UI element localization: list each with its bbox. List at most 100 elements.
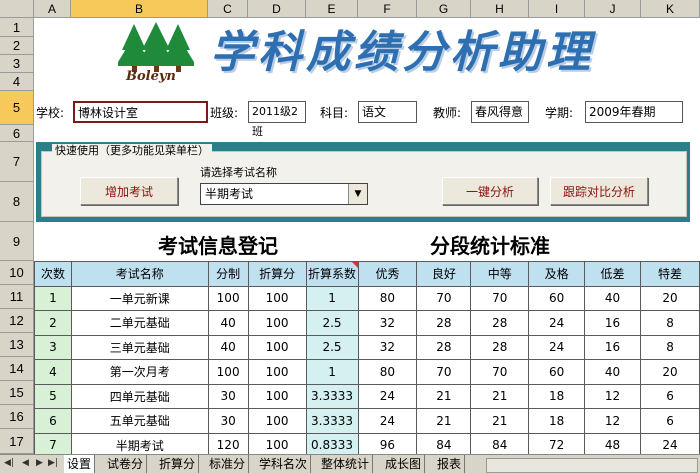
cell-excellent[interactable]: 24 [357,408,418,434]
row-header-6[interactable]: 6 [0,125,34,142]
cell-converted-score[interactable]: 100 [247,334,307,360]
cell-low[interactable]: 40 [584,285,642,311]
cell-full-score[interactable]: 30 [207,383,249,409]
cell-low[interactable]: 40 [584,359,642,385]
cell-medium[interactable]: 28 [470,310,530,336]
dropdown-arrow-icon[interactable]: ▼ [348,184,367,204]
cell-ratio[interactable]: 1 [305,359,359,385]
tab-settings[interactable]: 设置 [64,455,96,473]
cell-medium[interactable]: 21 [470,383,530,409]
one-click-analysis-button[interactable]: 一键分析 [442,177,538,205]
cell-medium[interactable]: 28 [470,334,530,360]
exam-select[interactable]: 半期考试 ▼ [200,183,368,205]
header-conversion-ratio[interactable]: 折算系数 [305,261,359,287]
cell-full-score[interactable]: 40 [207,310,249,336]
cell-very-low[interactable]: 6 [640,408,700,434]
cell-good[interactable]: 21 [416,383,472,409]
cell-excellent[interactable]: 80 [357,359,418,385]
cell-good[interactable]: 70 [416,359,472,385]
last-sheet-icon[interactable]: ▶| [48,458,58,468]
cell-ratio[interactable]: 2.5 [305,310,359,336]
header-exam-name[interactable]: 考试名称 [70,261,209,287]
school-field[interactable]: 博林设计室 [73,101,208,123]
cell-converted-score[interactable]: 100 [247,310,307,336]
tab-standard-score[interactable]: 标准分 [206,455,250,473]
cell-exam-name[interactable]: 第一次月考 [70,359,209,385]
row-header-16[interactable]: 16 [0,405,34,429]
column-header-c[interactable]: C [208,0,248,18]
column-header-f[interactable]: F [358,0,417,18]
tab-converted-score[interactable]: 折算分 [156,455,200,473]
row-header-7[interactable]: 7 [0,142,34,182]
row-header-9[interactable]: 9 [0,222,34,261]
cell-very-low[interactable]: 20 [640,285,700,311]
teacher-field[interactable]: 春风得意 [471,101,529,123]
header-very-low[interactable]: 特差 [640,261,700,287]
cell-index[interactable]: 6 [34,408,72,434]
tab-paper-score[interactable]: 试卷分 [104,455,148,473]
cell-excellent[interactable]: 24 [357,383,418,409]
row-header-10[interactable]: 10 [0,261,34,285]
class-field[interactable]: 2011级2班 [248,101,306,138]
cell-very-low[interactable]: 8 [640,310,700,336]
column-header-a[interactable]: A [34,0,71,18]
row-header-15[interactable]: 15 [0,381,34,405]
column-header-h[interactable]: H [471,0,529,18]
cell-good[interactable]: 28 [416,334,472,360]
cell-very-low[interactable]: 20 [640,359,700,385]
cell-low[interactable]: 16 [584,334,642,360]
header-excellent[interactable]: 优秀 [357,261,418,287]
column-header-k[interactable]: K [641,0,700,18]
cell-excellent[interactable]: 32 [357,310,418,336]
first-sheet-icon[interactable]: ◀| [4,458,14,468]
header-medium[interactable]: 中等 [470,261,530,287]
header-pass[interactable]: 及格 [528,261,586,287]
cell-full-score[interactable]: 100 [207,359,249,385]
tab-growth-chart[interactable]: 成长图 [382,455,426,473]
cell-very-low[interactable]: 8 [640,334,700,360]
row-header-5[interactable]: 5 [0,91,34,125]
tab-overall-stats[interactable]: 整体统计 [318,455,374,473]
cell-low[interactable]: 12 [584,383,642,409]
cell-medium[interactable]: 21 [470,408,530,434]
horizontal-scrollbar[interactable] [486,458,698,473]
row-header-4[interactable]: 4 [0,73,34,91]
cell-pass[interactable]: 18 [528,408,586,434]
cell-medium[interactable]: 70 [470,359,530,385]
column-header-g[interactable]: G [417,0,471,18]
subject-field[interactable]: 语文 [358,101,417,123]
cell-pass[interactable]: 24 [528,310,586,336]
cell-pass[interactable]: 60 [528,359,586,385]
cell-exam-name[interactable]: 一单元新课 [70,285,209,311]
track-comparison-button[interactable]: 跟踪对比分析 [550,177,648,205]
cell-pass[interactable]: 24 [528,334,586,360]
cell-converted-score[interactable]: 100 [247,408,307,434]
header-low[interactable]: 低差 [584,261,642,287]
cell-excellent[interactable]: 32 [357,334,418,360]
cell-converted-score[interactable]: 100 [247,359,307,385]
cell-exam-name[interactable]: 四单元基础 [70,383,209,409]
row-header-14[interactable]: 14 [0,357,34,381]
cell-exam-name[interactable]: 二单元基础 [70,310,209,336]
cell-ratio[interactable]: 2.5 [305,334,359,360]
cell-very-low[interactable]: 6 [640,383,700,409]
row-header-12[interactable]: 12 [0,309,34,333]
column-header-i[interactable]: I [529,0,585,18]
cell-low[interactable]: 12 [584,408,642,434]
cell-good[interactable]: 70 [416,285,472,311]
row-header-1[interactable]: 1 [0,18,34,37]
tab-report[interactable]: 报表 [434,455,466,473]
cell-ratio[interactable]: 1 [305,285,359,311]
cell-excellent[interactable]: 80 [357,285,418,311]
cell-full-score[interactable]: 40 [207,334,249,360]
column-header-b[interactable]: B [71,0,208,18]
cell-medium[interactable]: 70 [470,285,530,311]
tab-subject-rank[interactable]: 学科名次 [256,455,312,473]
cell-pass[interactable]: 18 [528,383,586,409]
column-header-e[interactable]: E [306,0,358,18]
cell-low[interactable]: 16 [584,310,642,336]
column-header-d[interactable]: D [248,0,306,18]
row-header-8[interactable]: 8 [0,182,34,222]
cell-index[interactable]: 1 [34,285,72,311]
cell-converted-score[interactable]: 100 [247,383,307,409]
